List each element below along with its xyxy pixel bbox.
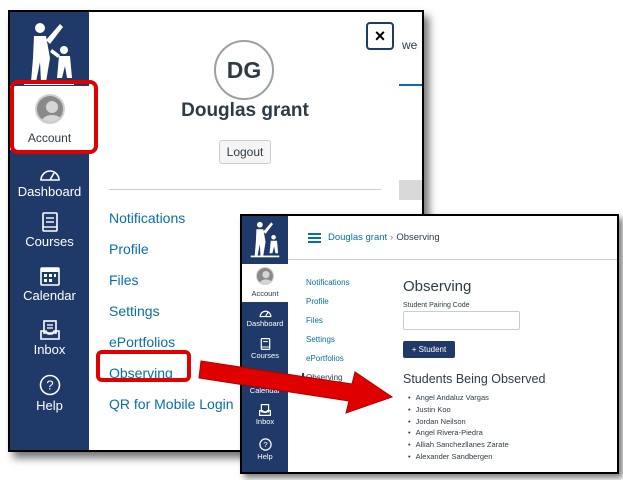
list-item: Alliah Sanchezllanes Zarate: [408, 439, 509, 451]
nav-calendar-small-label: Calendar: [249, 386, 281, 395]
subnav-eportfolios[interactable]: ePortfolios: [306, 354, 344, 363]
pairing-code-label: Student Pairing Code: [403, 302, 470, 309]
background-page-text: we: [402, 38, 418, 52]
account-subnav: Notifications Profile Files Settings ePo…: [288, 260, 388, 472]
tray-link-eportfolios[interactable]: ePortfolios: [109, 334, 175, 350]
institution-logo-icon: [248, 219, 282, 259]
inbox-icon: [39, 320, 60, 340]
nav-courses[interactable]: Courses: [10, 212, 89, 249]
breadcrumb-user-link[interactable]: Douglas grant: [328, 232, 387, 243]
list-item: Angel Andaluz Vargas: [408, 392, 509, 404]
global-navigation: Account Dashboard Courses Calendar Inbox…: [10, 12, 89, 450]
tray-link-notifications[interactable]: Notifications: [109, 210, 185, 226]
help-circle-icon: ?: [39, 374, 60, 396]
user-display-name: Douglas grant: [181, 100, 309, 121]
account-highlight-box: [10, 80, 98, 154]
nav-inbox-label: Inbox: [33, 342, 66, 357]
tray-link-qr-mobile-login[interactable]: QR for Mobile Login: [109, 396, 234, 412]
help-circle-icon: ?: [258, 438, 272, 451]
hamburger-menu-icon[interactable]: [308, 233, 321, 243]
nav-dashboard-small[interactable]: Dashboard: [242, 308, 288, 328]
logout-button[interactable]: Logout: [219, 140, 271, 164]
background-page-rule: [399, 84, 422, 86]
svg-text:?: ?: [46, 378, 53, 393]
tray-link-files[interactable]: Files: [109, 272, 139, 288]
subnav-profile[interactable]: Profile: [306, 297, 329, 306]
user-avatar-icon: [256, 267, 274, 285]
tray-link-profile[interactable]: Profile: [109, 241, 149, 257]
nav-help-small-label: Help: [257, 452, 273, 461]
book-icon: [41, 212, 58, 232]
nav-inbox[interactable]: Inbox: [10, 320, 89, 357]
tray-divider: [109, 189, 381, 190]
tray-link-settings[interactable]: Settings: [109, 303, 160, 319]
calendar-icon: [39, 267, 60, 286]
list-item: Alexander Sandbergen: [408, 451, 509, 463]
nav-inbox-small-label: Inbox: [255, 417, 275, 426]
list-item: Angel Rivera-Piedra: [408, 427, 509, 439]
nav-help-small[interactable]: ? Help: [242, 438, 288, 461]
add-student-button[interactable]: + Student: [403, 341, 455, 358]
global-navigation-small: Account Dashboard Courses Calendar Inbox…: [242, 216, 288, 472]
list-item: Justin Koo: [408, 404, 509, 416]
speedometer-icon: [259, 310, 271, 318]
observed-students-list: Angel Andaluz Vargas Justin Koo Jordan N…: [408, 392, 509, 463]
book-icon: [260, 338, 270, 350]
students-heading: Students Being Observed: [403, 372, 546, 386]
speedometer-icon: [39, 170, 60, 181]
nav-courses-label: Courses: [25, 234, 74, 249]
nav-help[interactable]: ? Help: [10, 374, 89, 413]
page-title: Observing: [403, 278, 472, 295]
nav-calendar-label: Calendar: [23, 288, 76, 303]
nav-help-label: Help: [36, 398, 63, 413]
background-page-band: [399, 180, 422, 200]
nav-calendar[interactable]: Calendar: [10, 266, 89, 303]
nav-account-small[interactable]: Account: [242, 264, 288, 302]
user-initials-avatar: DG: [214, 40, 274, 100]
nav-courses-small-label: Courses: [251, 351, 279, 360]
observing-page-screenshot: Account Dashboard Courses Calendar Inbox…: [240, 214, 619, 474]
breadcrumb-current: Observing: [396, 232, 440, 243]
nav-courses-small[interactable]: Courses: [242, 338, 288, 360]
subnav-notifications[interactable]: Notifications: [306, 278, 350, 287]
list-item: Jordan Neilson: [408, 416, 509, 428]
close-tray-button[interactable]: ×: [366, 22, 394, 50]
inbox-icon: [259, 404, 271, 416]
subnav-settings[interactable]: Settings: [306, 335, 335, 344]
nav-account-small-label: Account: [251, 289, 279, 298]
subnav-files[interactable]: Files: [306, 316, 323, 325]
nav-dashboard-small-label: Dashboard: [246, 319, 284, 328]
nav-dashboard[interactable]: Dashboard: [10, 166, 89, 199]
page-header: Douglas grant › Observing: [288, 216, 617, 260]
pairing-code-input[interactable]: [403, 311, 520, 330]
svg-text:?: ?: [263, 440, 267, 449]
subnav-observing[interactable]: Observing: [302, 373, 342, 382]
nav-dashboard-label: Dashboard: [17, 184, 82, 199]
observing-highlight-box: [96, 350, 191, 382]
nav-calendar-small[interactable]: Calendar: [242, 386, 288, 395]
nav-inbox-small[interactable]: Inbox: [242, 404, 288, 426]
breadcrumb: Douglas grant › Observing: [328, 232, 440, 243]
institution-logo-icon: [20, 18, 78, 88]
